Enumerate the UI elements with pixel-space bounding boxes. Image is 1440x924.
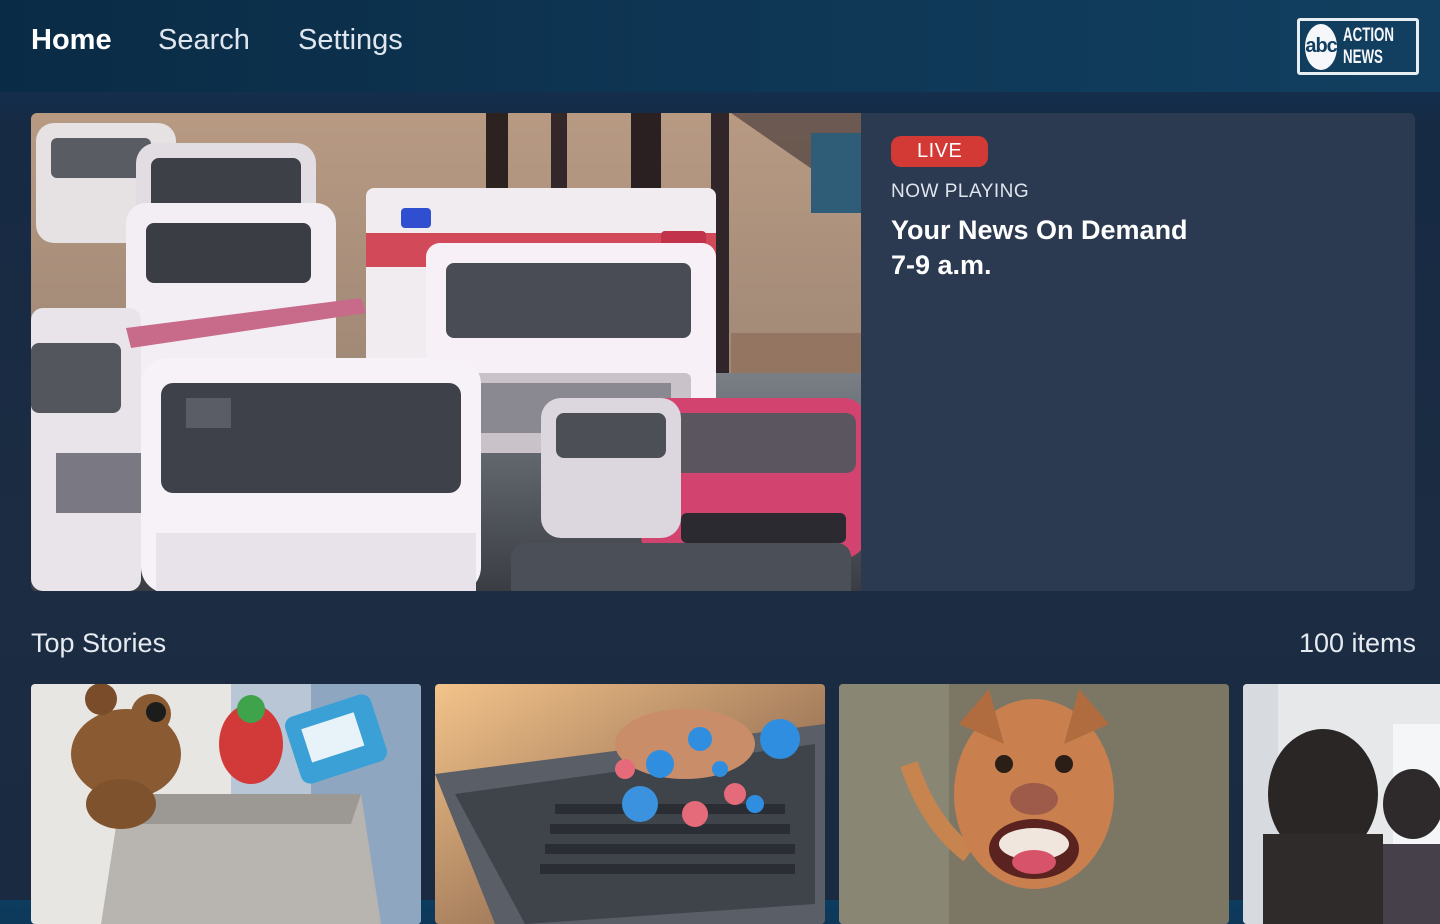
story-card[interactable] — [839, 684, 1229, 924]
logo-line-2: NEWS — [1343, 46, 1384, 68]
section-title: Top Stories — [31, 628, 167, 658]
section-item-count: 100 items — [1298, 628, 1416, 658]
logo-line-1: ACTION — [1343, 24, 1395, 46]
laptop-social-media-image — [435, 684, 825, 924]
top-navigation: Home Search Settings abc ACTION NEWS — [0, 0, 1440, 92]
story-card[interactable] — [1243, 684, 1440, 924]
live-badge: LIVE — [891, 136, 989, 167]
logo-wordmark: ACTION NEWS — [1343, 25, 1394, 69]
toys-donation-image — [31, 684, 421, 924]
abc-action-news-logo: abc ACTION NEWS — [1297, 18, 1419, 75]
nav-search[interactable]: Search — [158, 24, 250, 57]
dog-image — [839, 684, 1229, 924]
hero-info: LIVE NOW PLAYING Your News On Demand 7-9… — [891, 136, 1391, 283]
nav-home[interactable]: Home — [31, 24, 112, 57]
story-card[interactable] — [435, 684, 825, 924]
hero-title: Your News On Demand 7-9 a.m. — [891, 215, 1188, 280]
hero-live-card[interactable]: LIVE NOW PLAYING Your News On Demand 7-9… — [31, 113, 1415, 591]
abc-logo-circle: abc — [1305, 23, 1338, 70]
traffic-ambulance-image — [31, 113, 861, 591]
nav-settings[interactable]: Settings — [298, 24, 403, 57]
now-playing-label: NOW PLAYING — [891, 181, 1030, 202]
people-meeting-image — [1243, 684, 1440, 924]
live-video-thumbnail[interactable] — [31, 113, 861, 591]
story-card[interactable] — [31, 684, 421, 924]
